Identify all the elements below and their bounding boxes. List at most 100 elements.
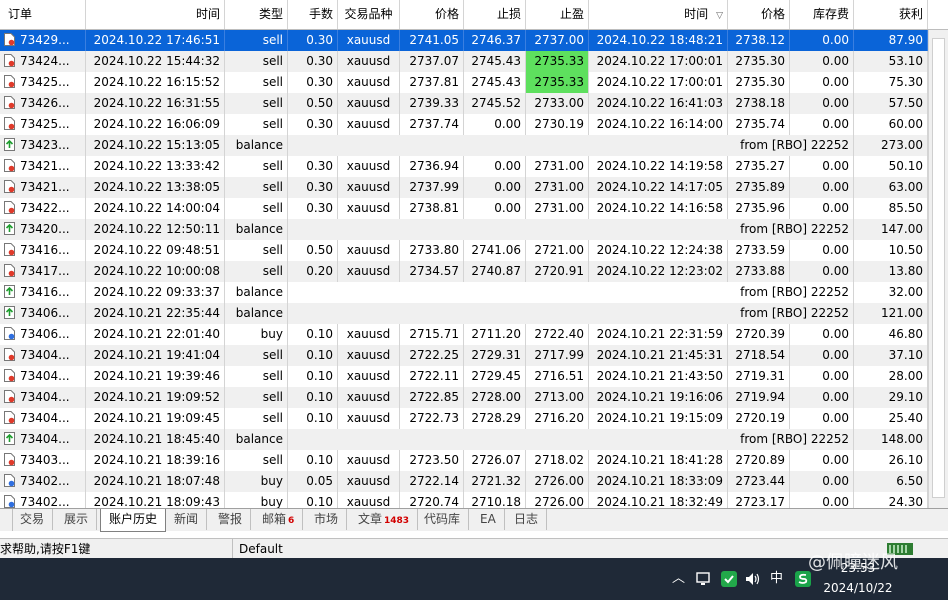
header-col-order[interactable]: 订单: [0, 0, 86, 29]
cell-symbol: xauusd: [338, 51, 400, 72]
header-col-close-price[interactable]: 价格: [728, 0, 790, 29]
cell-symbol: xauusd: [338, 387, 400, 408]
tab-0[interactable]: 交易: [12, 509, 54, 530]
cell-type-text: balance: [235, 285, 283, 299]
cell-stop-loss-text: 2729.45: [471, 369, 521, 383]
header-col-open-time[interactable]: 时间: [86, 0, 225, 29]
table-row[interactable]: 73416... 2024.10.22 09:33:37 balance from […: [0, 282, 948, 303]
cell-open-time-text: 2024.10.22 10:00:08: [93, 264, 220, 278]
cell-close-time: 2024.10.22 16:14:00: [589, 114, 728, 135]
cell-order-text: 73421...: [20, 180, 70, 194]
table-row[interactable]: 73404... 2024.10.21 19:09:45 sell 0.10 xauus…: [0, 408, 948, 429]
tab-9[interactable]: EA: [472, 509, 505, 530]
header-col-close-time[interactable]: 时间 ▽: [589, 0, 728, 29]
cell-open-price: 2737.81: [400, 72, 464, 93]
table-row[interactable]: 73417... 2024.10.22 10:00:08 sell 0.20 xauus…: [0, 261, 948, 282]
cell-type-text: sell: [262, 180, 283, 194]
cell-stop-loss-text: 0.00: [494, 117, 521, 131]
tab-1[interactable]: 展示: [56, 509, 98, 530]
cell-close-time-text: 2024.10.22 16:14:00: [596, 117, 723, 131]
ime-indicator[interactable]: 中: [770, 558, 783, 600]
tab-2[interactable]: 账户历史: [100, 509, 167, 532]
tab-3[interactable]: 新闻: [166, 509, 208, 530]
vertical-scrollbar[interactable]: [928, 30, 948, 508]
table-row[interactable]: 73429... 2024.10.22 17:46:51 sell 0.30 xauus…: [0, 30, 948, 51]
cell-open-price: 2733.80: [400, 240, 464, 261]
cell-open-time-text: 2024.10.21 18:39:16: [93, 453, 220, 467]
table-row[interactable]: 73403... 2024.10.21 18:39:16 sell 0.10 xauus…: [0, 450, 948, 471]
cell-open-time-text: 2024.10.21 19:41:04: [93, 348, 220, 362]
table-row[interactable]: 73424... 2024.10.22 15:44:32 sell 0.30 xauus…: [0, 51, 948, 72]
scrollbar-thumb[interactable]: [932, 38, 945, 498]
header-col-symbol[interactable]: 交易品种: [338, 0, 400, 29]
cell-lots: 0.10: [288, 387, 338, 408]
cell-profit-text: 25.40: [888, 411, 923, 425]
security-check-icon[interactable]: [720, 570, 738, 588]
cell-open-time-text: 2024.10.21 18:07:48: [93, 474, 220, 488]
header-col-swap[interactable]: 库存费: [790, 0, 854, 29]
cell-close-price: 2733.59: [728, 240, 790, 261]
header-col-profit[interactable]: 获利: [854, 0, 928, 29]
cell-type-text: sell: [262, 369, 283, 383]
table-row[interactable]: 73402... 2024.10.21 18:07:48 buy 0.05 xauusd…: [0, 471, 948, 492]
cell-open-price: 2722.11: [400, 366, 464, 387]
table-row[interactable]: 73425... 2024.10.22 16:15:52 sell 0.30 xauus…: [0, 72, 948, 93]
table-row[interactable]: 73426... 2024.10.22 16:31:55 sell 0.50 xauus…: [0, 93, 948, 114]
tab-8[interactable]: 代码库: [416, 509, 470, 530]
cell-open-time-text: 2024.10.22 16:06:09: [93, 117, 220, 131]
cell-open-price: 2737.07: [400, 51, 464, 72]
table-row[interactable]: 73404... 2024.10.21 19:09:52 sell 0.10 xauus…: [0, 387, 948, 408]
balance-deposit-icon: [4, 138, 15, 151]
cell-order: 73417...: [0, 261, 86, 282]
table-row[interactable]: 73422... 2024.10.22 14:00:04 sell 0.30 xauus…: [0, 198, 948, 219]
chevron-up-icon[interactable]: ︿: [672, 558, 685, 600]
header-col-open-price[interactable]: 价格: [400, 0, 464, 29]
cell-close-time: 2024.10.22 18:48:21: [589, 30, 728, 51]
sell-order-icon: [4, 96, 15, 109]
cell-take-profit: 2735.33: [526, 51, 589, 72]
cell-order: 73416...: [0, 240, 86, 261]
cell-stop-loss-text: 2728.29: [471, 411, 521, 425]
cell-order-text: 73416...: [20, 243, 70, 257]
header-label: 订单: [8, 7, 33, 21]
table-row[interactable]: 73404... 2024.10.21 18:45:40 balance from […: [0, 429, 948, 450]
header-col-type[interactable]: 类型: [225, 0, 288, 29]
cell-open-price: 2737.99: [400, 177, 464, 198]
table-row[interactable]: 73423... 2024.10.22 15:13:05 balance from […: [0, 135, 948, 156]
header-col-take-profit[interactable]: 止盈: [526, 0, 589, 29]
cell-close-price: 2719.31: [728, 366, 790, 387]
tab-5[interactable]: 邮箱 6: [254, 509, 304, 530]
cell-profit: 26.10: [854, 450, 928, 471]
header-label: 价格: [760, 7, 785, 21]
cell-stop-loss: 2721.32: [464, 471, 526, 492]
table-row[interactable]: 73406... 2024.10.21 22:01:40 buy 0.10 xauusd…: [0, 324, 948, 345]
cell-open-time: 2024.10.21 19:09:45: [86, 408, 225, 429]
header-col-stop-loss[interactable]: 止损: [464, 0, 526, 29]
table-row[interactable]: 73425... 2024.10.22 16:06:09 sell 0.30 xauus…: [0, 114, 948, 135]
table-row[interactable]: 73404... 2024.10.21 19:41:04 sell 0.10 xauus…: [0, 345, 948, 366]
sell-order-icon: [4, 243, 15, 256]
cell-open-price-text: 2737.74: [409, 117, 459, 131]
cell-swap-text: 0.00: [822, 411, 849, 425]
network-icon[interactable]: [696, 571, 714, 587]
cell-swap: 0.00: [790, 30, 854, 51]
cell-close-price-text: 2735.74: [735, 117, 785, 131]
cell-open-price: 2722.25: [400, 345, 464, 366]
tab-10[interactable]: 日志: [506, 509, 548, 530]
table-row[interactable]: 73416... 2024.10.22 09:48:51 sell 0.50 xauus…: [0, 240, 948, 261]
cell-open-time: 2024.10.22 14:00:04: [86, 198, 225, 219]
table-row[interactable]: 73421... 2024.10.22 13:33:42 sell 0.30 xauus…: [0, 156, 948, 177]
table-row[interactable]: 73406... 2024.10.21 22:35:44 balance from […: [0, 303, 948, 324]
table-row[interactable]: 73420... 2024.10.22 12:50:11 balance from […: [0, 219, 948, 240]
cell-symbol: xauusd: [338, 324, 400, 345]
table-row[interactable]: 73404... 2024.10.21 19:39:46 sell 0.10 xauus…: [0, 366, 948, 387]
tab-4[interactable]: 警报: [210, 509, 252, 530]
cell-close-price: 2723.44: [728, 471, 790, 492]
table-row[interactable]: 73402... 2024.10.21 18:09:43 buy 0.10 xauusd…: [0, 492, 948, 508]
header-col-lots[interactable]: 手数: [288, 0, 338, 29]
tab-6[interactable]: 市场: [306, 509, 348, 530]
speaker-icon[interactable]: [744, 571, 762, 587]
table-row[interactable]: 73421... 2024.10.22 13:38:05 sell 0.30 xauus…: [0, 177, 948, 198]
tab-7[interactable]: 文章 1483: [350, 509, 419, 530]
cell-open-time-text: 2024.10.21 18:09:43: [93, 495, 220, 508]
